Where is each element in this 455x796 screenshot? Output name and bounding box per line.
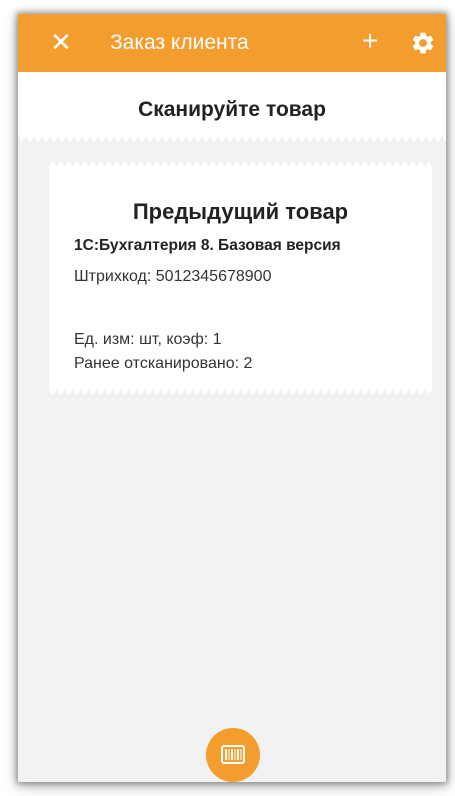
scan-prompt: Сканируйте товар — [138, 98, 326, 121]
scan-prompt-panel: Сканируйте товар — [18, 72, 446, 142]
previous-item-card: Предыдущий товар 1С:Бухгалтерия 8. Базов… — [49, 161, 432, 395]
product-name: 1С:Бухгалтерия 8. Базовая версия — [74, 237, 341, 254]
unit-line: Ед. изм: шт, коэф: 1 — [74, 331, 222, 348]
app-screen: ✕ Заказ клиента + Сканируйте товар Преды… — [18, 14, 446, 782]
scanned-count-line: Ранее отсканировано: 2 — [74, 355, 253, 372]
zigzag-edge — [18, 136, 446, 142]
card-top-edge — [49, 161, 432, 167]
barcode-icon — [221, 745, 245, 764]
previous-item-heading: Предыдущий товар — [132, 199, 349, 224]
page-title: Заказ клиента — [110, 31, 249, 54]
close-icon[interactable]: ✕ — [46, 28, 76, 58]
top-app-bar: ✕ Заказ клиента + — [18, 14, 446, 72]
gear-icon[interactable] — [410, 30, 436, 56]
barcode-line: Штрихкод: 5012345678900 — [74, 268, 272, 285]
scan-barcode-button[interactable] — [206, 728, 260, 782]
card-bottom-edge — [49, 389, 432, 395]
plus-icon[interactable]: + — [355, 26, 385, 56]
